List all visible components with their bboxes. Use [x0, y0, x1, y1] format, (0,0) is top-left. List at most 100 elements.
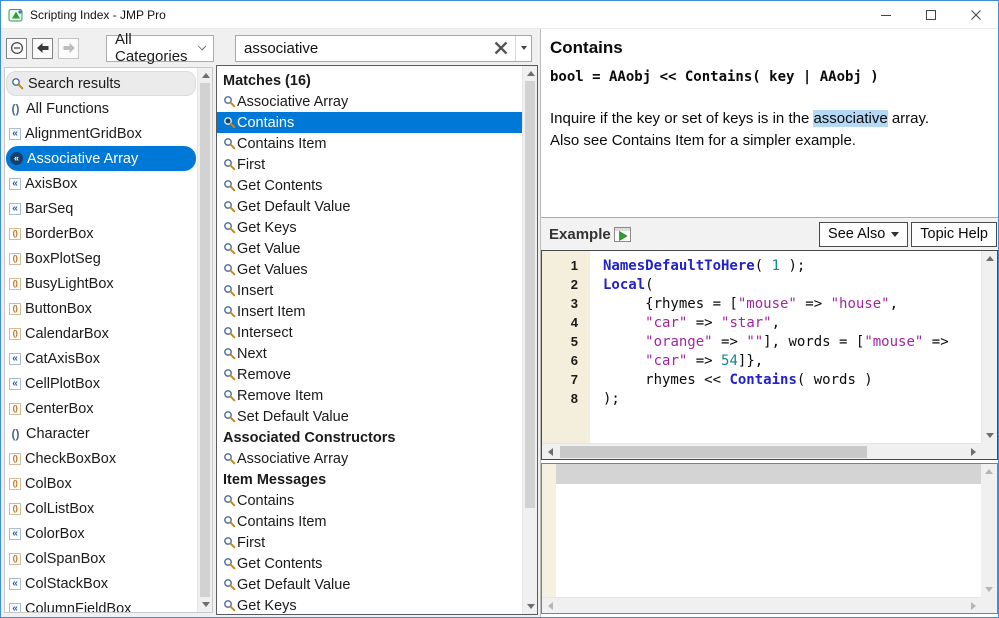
match-item-get-keys[interactable]: Get Keys: [217, 595, 522, 614]
code-segment: ,: [890, 296, 898, 312]
scroll-right-arrow[interactable]: [965, 444, 981, 460]
category-dropdown[interactable]: All Categories: [106, 35, 214, 62]
sidebar-item-associative-array[interactable]: «Associative Array: [6, 146, 196, 171]
sidebar-item-label: BoxPlotSeg: [25, 251, 101, 267]
match-item-set-default-value[interactable]: Set Default Value: [217, 406, 522, 427]
box-paren-icon: (): [9, 303, 21, 315]
sidebar-item-character[interactable]: ()Character: [5, 421, 197, 446]
scrollbar-thumb[interactable]: [200, 83, 210, 597]
sidebar-item-columnfieldbox[interactable]: «ColumnFieldBox: [5, 596, 197, 612]
scroll-down-arrow[interactable]: [982, 428, 998, 443]
log-vertical-scrollbar[interactable]: [981, 464, 997, 597]
box-angle-icon: «: [9, 128, 21, 140]
log-output-panel[interactable]: [541, 463, 998, 614]
sidebar-item-all-functions[interactable]: ()All Functions: [5, 96, 197, 121]
match-item-first[interactable]: First: [217, 532, 522, 553]
sidebar-item-alignmentgridbox[interactable]: «AlignmentGridBox: [5, 121, 197, 146]
scroll-left-arrow[interactable]: [542, 444, 558, 460]
close-button[interactable]: [953, 1, 998, 28]
match-item-associative-array[interactable]: Associative Array: [217, 448, 522, 469]
match-item-label: Get Values: [237, 262, 308, 278]
match-item-contains-item[interactable]: Contains Item: [217, 511, 522, 532]
sidebar-item-collistbox[interactable]: ()ColListBox: [5, 496, 197, 521]
match-item-associative-array[interactable]: Associative Array: [217, 91, 522, 112]
log-horizontal-scrollbar[interactable]: [542, 597, 981, 613]
scroll-up-arrow[interactable]: [523, 66, 538, 81]
sidebar-item-label: CellPlotBox: [25, 376, 100, 392]
sidebar-item-search-results[interactable]: Search results: [6, 71, 196, 96]
see-also-button[interactable]: See Also: [819, 222, 908, 247]
sidebar-item-barseq[interactable]: «BarSeq: [5, 196, 197, 221]
match-item-first[interactable]: First: [217, 154, 522, 175]
match-item-remove[interactable]: Remove: [217, 364, 522, 385]
search-input[interactable]: [236, 40, 487, 57]
code-vertical-scrollbar[interactable]: [981, 251, 997, 443]
sidebar-scrollbar[interactable]: [197, 68, 212, 612]
matches-scrollbar[interactable]: [522, 66, 537, 614]
match-item-get-default-value[interactable]: Get Default Value: [217, 574, 522, 595]
search-history-dropdown[interactable]: [515, 36, 531, 61]
match-item-next[interactable]: Next: [217, 343, 522, 364]
match-item-contains[interactable]: Contains: [217, 112, 522, 133]
sidebar-item-cataxisbox[interactable]: «CatAxisBox: [5, 346, 197, 371]
match-item-insert[interactable]: Insert: [217, 280, 522, 301]
code-text: {rhymes = ["mouse" => "house",: [590, 296, 898, 312]
scroll-right-arrow[interactable]: [965, 598, 981, 614]
match-item-intersect[interactable]: Intersect: [217, 322, 522, 343]
scroll-up-arrow[interactable]: [981, 464, 997, 479]
scroll-up-arrow[interactable]: [982, 251, 998, 266]
sidebar-item-boxplotseg[interactable]: ()BoxPlotSeg: [5, 246, 197, 271]
example-code-editor[interactable]: 1NamesDefaultToHere( 1 );2Local(3 {rhyme…: [541, 250, 998, 460]
match-item-contains-item[interactable]: Contains Item: [217, 133, 522, 154]
magnifier-icon: [223, 179, 236, 192]
topic-help-button[interactable]: Topic Help: [911, 222, 997, 247]
match-item-contains[interactable]: Contains: [217, 490, 522, 511]
match-item-get-values[interactable]: Get Values: [217, 259, 522, 280]
forward-button[interactable]: [58, 38, 79, 59]
sidebar-item-buttonbox[interactable]: ()ButtonBox: [5, 296, 197, 321]
run-script-button[interactable]: [614, 227, 631, 242]
match-item-remove-item[interactable]: Remove Item: [217, 385, 522, 406]
code-line: 6 "car" => 54]},: [542, 351, 981, 370]
sidebar-item-checkboxbox[interactable]: ()CheckBoxBox: [5, 446, 197, 471]
code-segment: 1: [772, 258, 780, 274]
match-item-get-default-value[interactable]: Get Default Value: [217, 196, 522, 217]
magnifier-icon: [223, 452, 236, 465]
sidebar-item-cellplotbox[interactable]: «CellPlotBox: [5, 371, 197, 396]
sidebar-item-colorbox[interactable]: «ColorBox: [5, 521, 197, 546]
minimize-button[interactable]: [863, 1, 908, 28]
match-item-get-contents[interactable]: Get Contents: [217, 553, 522, 574]
code-horizontal-scrollbar[interactable]: [542, 443, 981, 459]
code-text: );: [590, 391, 620, 407]
match-item-get-contents[interactable]: Get Contents: [217, 175, 522, 196]
scroll-down-arrow[interactable]: [523, 599, 538, 614]
match-item-get-value[interactable]: Get Value: [217, 238, 522, 259]
sidebar-item-axisbox[interactable]: «AxisBox: [5, 171, 197, 196]
scrollbar-thumb[interactable]: [560, 446, 867, 458]
sidebar-item-label: CheckBoxBox: [25, 451, 116, 467]
maximize-button[interactable]: [908, 1, 953, 28]
sidebar-item-colspanbox[interactable]: ()ColSpanBox: [5, 546, 197, 571]
sidebar-item-label: All Functions: [26, 101, 109, 117]
match-item-get-keys[interactable]: Get Keys: [217, 217, 522, 238]
line-number: 5: [542, 334, 590, 349]
code-text: "car" => 54]},: [590, 353, 763, 369]
sidebar-item-calendarbox[interactable]: ()CalendarBox: [5, 321, 197, 346]
sidebar-item-busylightbox[interactable]: ()BusyLightBox: [5, 271, 197, 296]
collapse-categories-button[interactable]: [6, 38, 27, 59]
sidebar-item-centerbox[interactable]: ()CenterBox: [5, 396, 197, 421]
scroll-down-arrow[interactable]: [198, 597, 213, 612]
sidebar-item-colbox[interactable]: ()ColBox: [5, 471, 197, 496]
sidebar-item-borderbox[interactable]: ()BorderBox: [5, 221, 197, 246]
box-paren-icon: (): [9, 478, 21, 490]
sidebar-item-colstackbox[interactable]: «ColStackBox: [5, 571, 197, 596]
match-item-insert-item[interactable]: Insert Item: [217, 301, 522, 322]
clear-search-button[interactable]: [487, 36, 515, 61]
back-button[interactable]: [32, 38, 53, 59]
scrollbar-thumb[interactable]: [525, 81, 535, 508]
scroll-up-arrow[interactable]: [198, 68, 213, 83]
code-segment: =>: [687, 353, 721, 369]
item-title: Contains: [550, 38, 988, 58]
scroll-down-arrow[interactable]: [981, 582, 997, 597]
scroll-left-arrow[interactable]: [542, 598, 558, 614]
